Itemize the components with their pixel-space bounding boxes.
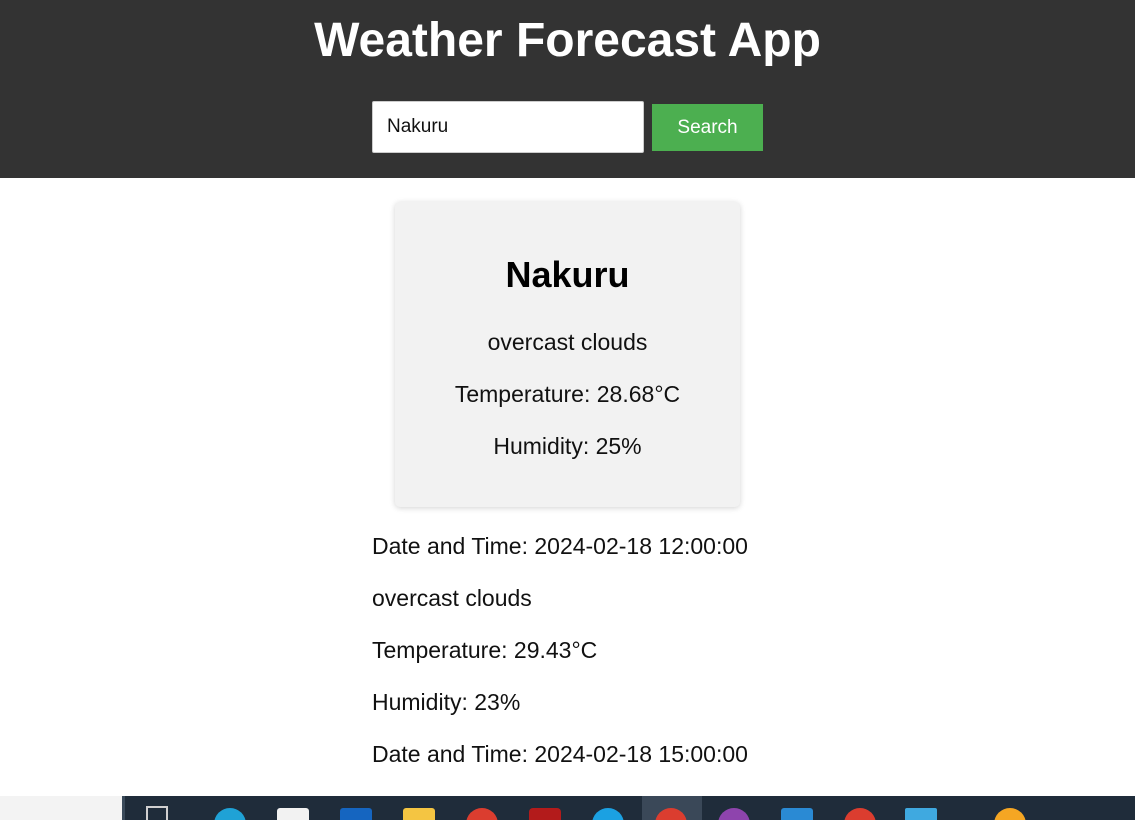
task-view-icon[interactable]: [146, 806, 168, 820]
taskbar: [0, 796, 1135, 820]
taskbar-search-box[interactable]: [0, 796, 125, 820]
store-icon[interactable]: [277, 808, 309, 820]
app-purple-icon[interactable]: [718, 808, 750, 820]
search-input[interactable]: [372, 101, 644, 153]
page-title: Weather Forecast App: [314, 14, 821, 67]
app-red-icon[interactable]: [529, 808, 561, 820]
mail-icon[interactable]: [340, 808, 372, 820]
forecast-temperature: Temperature: 29.43°C: [372, 637, 598, 663]
chrome-icon[interactable]: [466, 808, 498, 820]
city-name: Nakuru: [505, 254, 630, 295]
current-description: overcast clouds: [487, 329, 648, 355]
app-header: Weather Forecast App Search: [0, 0, 1135, 178]
current-temperature: Temperature: 28.68°C: [454, 381, 681, 407]
forecast-description: overcast clouds: [372, 585, 532, 611]
current-humidity: Humidity: 25%: [493, 433, 642, 459]
forecast-humidity: Humidity: 23%: [372, 689, 521, 715]
app-orange-icon[interactable]: [994, 808, 1026, 820]
chrome-icon-2[interactable]: [844, 808, 876, 820]
search-button[interactable]: Search: [652, 104, 763, 151]
app-cyan-icon[interactable]: [905, 808, 937, 820]
forecast-datetime: Date and Time: 2024-02-18 15:00:00: [372, 741, 748, 767]
vscode-icon[interactable]: [781, 808, 813, 820]
current-weather-card: Nakuru overcast clouds Temperature: 28.6…: [395, 202, 740, 507]
app-blue-icon[interactable]: [592, 808, 624, 820]
file-explorer-icon[interactable]: [403, 808, 435, 820]
edge-icon[interactable]: [214, 808, 246, 820]
forecast-datetime: Date and Time: 2024-02-18 12:00:00: [372, 533, 748, 559]
